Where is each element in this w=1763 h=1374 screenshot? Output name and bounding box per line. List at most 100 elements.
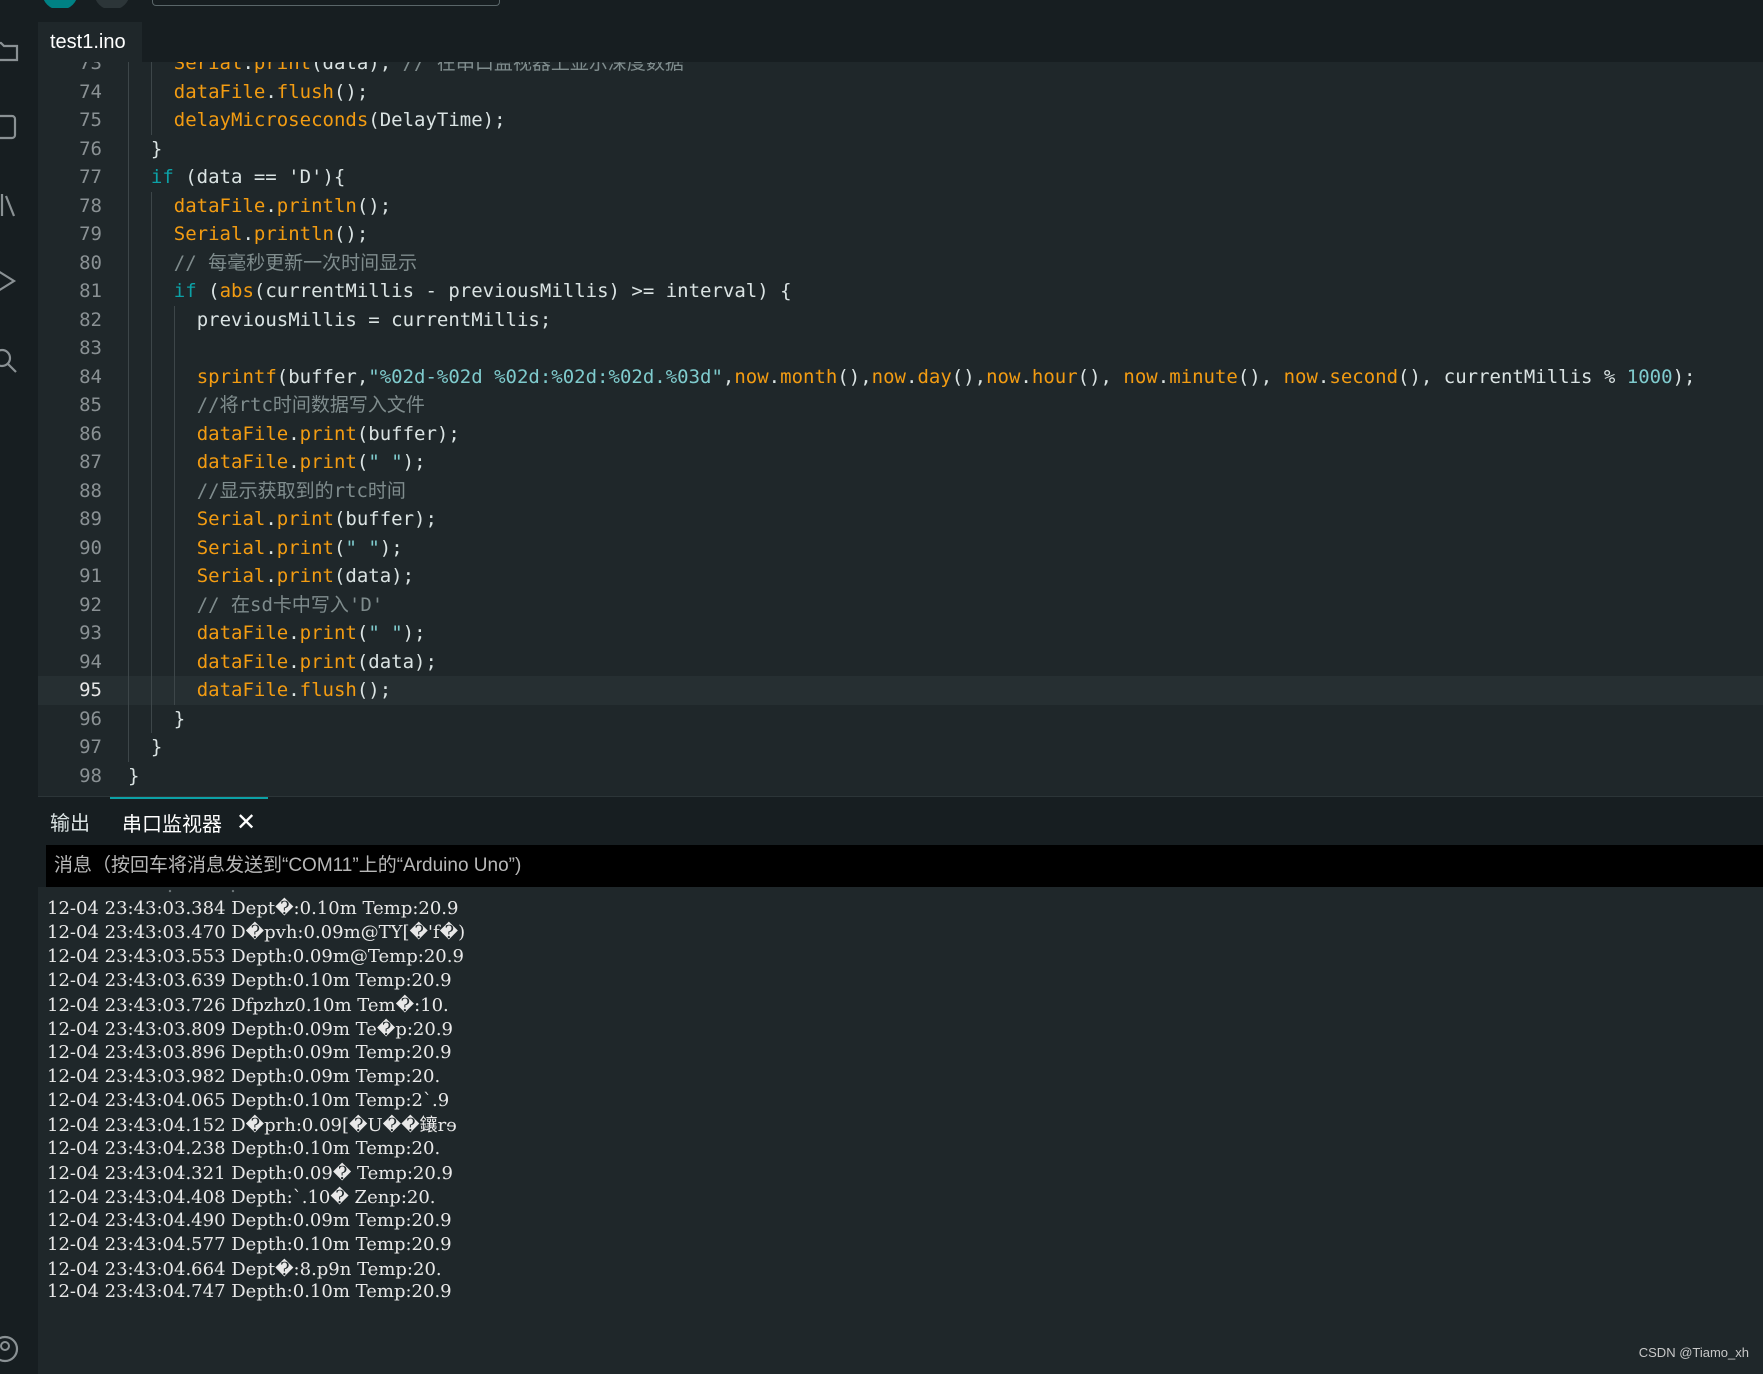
close-icon[interactable]: ✕ — [236, 808, 256, 837]
code-line[interactable]: 88 //显示获取到的rtc时间 — [38, 476, 1763, 505]
code-token: if — [173, 280, 197, 302]
code-text: delayMicroseconds(DelayTime); — [174, 106, 506, 135]
account-icon[interactable] — [0, 1334, 20, 1364]
indent-guide — [128, 62, 129, 78]
code-token: } — [173, 707, 186, 730]
serial-line: 12-04 23:43:04.321 Depth:0.09� Temp:20.9 — [47, 1163, 454, 1184]
code-token: day — [917, 365, 952, 388]
indent-guide — [173, 619, 175, 648]
indent-guide — [150, 476, 152, 505]
code-text: } — [174, 705, 185, 734]
indent-guide — [150, 676, 152, 705]
code-line[interactable]: 85 //将rtc时间数据写入文件 — [38, 391, 1763, 420]
code-line[interactable]: 91 Serial.print(data); — [38, 562, 1763, 591]
message-bar — [46, 845, 1763, 887]
code-line[interactable]: 90 Serial.print(" "); — [38, 533, 1763, 562]
code-token: } — [150, 736, 163, 758]
board-selector[interactable] — [152, 0, 500, 6]
code-line[interactable]: 84 sprintf(buffer,"%02d-%02d %02d:%02d:%0… — [38, 362, 1763, 391]
folder-icon[interactable] — [0, 36, 20, 66]
code-token: print — [299, 451, 357, 473]
debug-icon[interactable] — [0, 266, 20, 296]
code-line[interactable]: 86 dataFile.print(buffer); — [38, 419, 1763, 448]
code-token: print — [276, 508, 334, 530]
code-line[interactable]: 76} — [38, 134, 1763, 163]
code-editor[interactable]: 73 Serial.print(data); // 在串口监视器上显示深度数据 74… — [38, 62, 1763, 796]
code-token: now — [986, 365, 1021, 388]
tab-output-label: 输出 — [50, 812, 90, 835]
code-line[interactable]: 93 dataFile.print(" "); — [38, 619, 1763, 648]
code-line[interactable]: 75 delayMicroseconds(DelayTime); — [38, 106, 1763, 135]
board-manager-icon[interactable] — [0, 112, 20, 142]
code-token: } — [128, 764, 140, 787]
indent-guide — [150, 647, 152, 676]
code-line[interactable]: 94 dataFile.print(data); — [38, 647, 1763, 676]
code-line[interactable]: 79 Serial.println(); — [38, 220, 1763, 249]
code-token: ); — [402, 622, 426, 644]
search-icon[interactable] — [0, 346, 20, 376]
code-token: (buffer); — [356, 422, 460, 445]
code-token: (DelayTime); — [368, 109, 506, 131]
code-line[interactable]: 96} — [38, 704, 1763, 734]
serial-line: 12-04 23:43:03.726 Dfpzhz0.10m Tem�:10. — [47, 995, 449, 1016]
code-token: //将rtc时间数据写入文件 — [196, 394, 425, 416]
code-line[interactable]: 97} — [38, 733, 1763, 762]
indent-guide — [128, 391, 129, 420]
indent-guide — [150, 619, 152, 648]
code-token: (data); — [311, 62, 403, 74]
line-number: 84 — [79, 365, 102, 388]
library-icon[interactable] — [0, 190, 20, 220]
indent-guide — [128, 220, 129, 249]
code-line[interactable]: 80 // 每毫秒更新一次时间显示 — [38, 248, 1763, 277]
code-line[interactable]: 78 dataFile.println(); — [38, 191, 1763, 220]
code-text: // 在sd卡中写入'D' — [197, 591, 384, 620]
indent-guide — [173, 448, 175, 477]
code-token: . — [265, 536, 277, 559]
code-line[interactable]: 98} — [38, 762, 1763, 791]
code-line[interactable]: 89 Serial.print(buffer); — [38, 505, 1763, 534]
code-token: (); — [333, 223, 369, 245]
code-text: Serial.print(buffer); — [197, 505, 437, 534]
tab-file[interactable]: test1.ino — [38, 22, 142, 62]
indent-guide — [173, 590, 175, 619]
code-line[interactable]: 73 Serial.print(data); // 在串口监视器上显示深度数据 — [38, 62, 1763, 78]
code-line[interactable]: 81 if (abs(currentMillis - previousMillis… — [38, 277, 1763, 306]
indent-guide — [150, 704, 152, 733]
indent-guide — [128, 676, 129, 705]
indent-guide — [128, 134, 129, 163]
code-line[interactable]: 74 dataFile.flush(); — [38, 77, 1763, 106]
code-token: if — [150, 166, 174, 188]
indent-guide — [173, 533, 175, 562]
code-token: Serial — [173, 62, 243, 74]
line-number: 92 — [79, 593, 102, 616]
serial-line: 12-04 23:43:03.982 Depth:0.09m Temp:20. — [47, 1066, 441, 1087]
code-line[interactable]: 77 if (data == 'D'){ — [38, 163, 1763, 192]
serial-line: 12-04 23:43:04.152 D�prh:0.09[�U��鑲rɘ — [47, 1115, 457, 1136]
line-number: 90 — [79, 536, 102, 559]
indent-guide — [150, 419, 152, 448]
code-token: // 每毫秒更新一次时间显示 — [173, 251, 418, 274]
code-token: (); — [356, 194, 392, 217]
code-token: . — [905, 365, 918, 388]
indent-guide — [128, 619, 129, 648]
code-line[interactable]: 82 previousMillis = currentMillis; — [38, 305, 1763, 334]
code-token: Serial — [173, 223, 243, 245]
code-line[interactable]: 92 // 在sd卡中写入'D' — [38, 590, 1763, 620]
indent-guide — [128, 163, 129, 192]
serial-message-input[interactable] — [46, 854, 1763, 878]
code-text: Serial.print(data); — [197, 562, 414, 591]
tab-output[interactable]: 输出 — [50, 797, 90, 845]
line-number: 78 — [79, 194, 102, 217]
tab-serial-monitor[interactable]: 串口监视器 ✕ — [110, 797, 269, 845]
code-token: . — [242, 62, 254, 74]
code-line[interactable]: 95 dataFile.flush(); — [38, 676, 1763, 705]
code-token: // 在sd卡中写入'D' — [196, 593, 384, 616]
code-token: } — [150, 137, 163, 160]
indent-guide — [173, 676, 175, 705]
indent-guide — [128, 733, 129, 762]
indent-guide — [128, 362, 129, 391]
code-text: if (data == 'D'){ — [151, 163, 345, 192]
code-line[interactable]: 83 — [38, 334, 1763, 363]
code-line[interactable]: 87 dataFile.print(" "); — [38, 448, 1763, 477]
line-number: 74 — [79, 80, 102, 103]
